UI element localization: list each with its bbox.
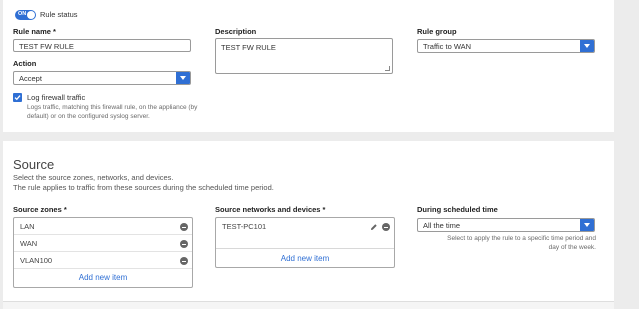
rule-group-label: Rule group — [417, 27, 457, 36]
next-panel-edge — [3, 301, 614, 309]
schedule-select[interactable]: All the time — [417, 218, 595, 232]
description-textarea[interactable]: TEST FW RULE — [215, 38, 393, 74]
source-desc-1: Select the source zones, networks, and d… — [13, 173, 174, 182]
list-item: TEST-PC101 — [216, 218, 394, 236]
log-traffic-checkbox[interactable] — [13, 93, 22, 102]
remove-icon[interactable] — [382, 223, 390, 231]
log-traffic-label: Log firewall traffic — [27, 93, 86, 102]
source-networks-list: TEST-PC101 Add new item — [215, 217, 395, 268]
rule-group-select[interactable]: Traffic to WAN — [417, 39, 595, 53]
divider — [216, 248, 394, 249]
list-item: WAN — [14, 235, 192, 252]
chevron-down-icon[interactable] — [176, 72, 190, 84]
chevron-down-icon[interactable] — [580, 40, 594, 52]
network-name: TEST-PC101 — [222, 222, 267, 231]
remove-icon[interactable] — [180, 257, 188, 265]
toggle-on-text: ON — [18, 11, 27, 17]
action-value: Accept — [19, 74, 42, 83]
rule-name-label: Rule name * — [13, 27, 56, 36]
toggle-knob — [27, 11, 35, 19]
source-zones-list: LAN WAN VLAN100 Add new item — [13, 217, 193, 288]
action-select[interactable]: Accept — [13, 71, 191, 85]
rule-status-label: Rule status — [40, 10, 78, 19]
log-traffic-help-2: default) or on the configured syslog ser… — [27, 113, 150, 120]
add-network-button[interactable]: Add new item — [216, 254, 394, 263]
checkmark-icon — [14, 95, 21, 101]
description-label: Description — [215, 27, 257, 36]
pencil-icon[interactable] — [370, 223, 378, 231]
add-zone-button[interactable]: Add new item — [14, 273, 192, 282]
zone-name: VLAN100 — [20, 256, 53, 265]
source-desc-2: The rule applies to traffic from these s… — [13, 183, 274, 192]
list-item: LAN — [14, 218, 192, 235]
action-label: Action — [13, 59, 37, 68]
rule-group-value: Traffic to WAN — [423, 42, 472, 51]
chevron-down-icon[interactable] — [580, 219, 594, 231]
source-networks-label: Source networks and devices * — [215, 205, 326, 214]
rule-status-toggle[interactable]: ON — [15, 10, 36, 20]
remove-icon[interactable] — [180, 240, 188, 248]
schedule-label: During scheduled time — [417, 205, 498, 214]
rule-name-input[interactable]: TEST FW RULE — [13, 39, 191, 52]
resize-handle-icon[interactable] — [385, 66, 390, 71]
remove-icon[interactable] — [180, 223, 188, 231]
list-item: VLAN100 — [14, 252, 192, 269]
source-heading: Source — [13, 157, 55, 172]
zone-name: LAN — [20, 222, 35, 231]
schedule-value: All the time — [423, 221, 461, 230]
schedule-help-2: day of the week. — [548, 244, 596, 251]
description-value: TEST FW RULE — [221, 43, 276, 52]
zone-name: WAN — [20, 239, 38, 248]
source-zones-label: Source zones * — [13, 205, 67, 214]
